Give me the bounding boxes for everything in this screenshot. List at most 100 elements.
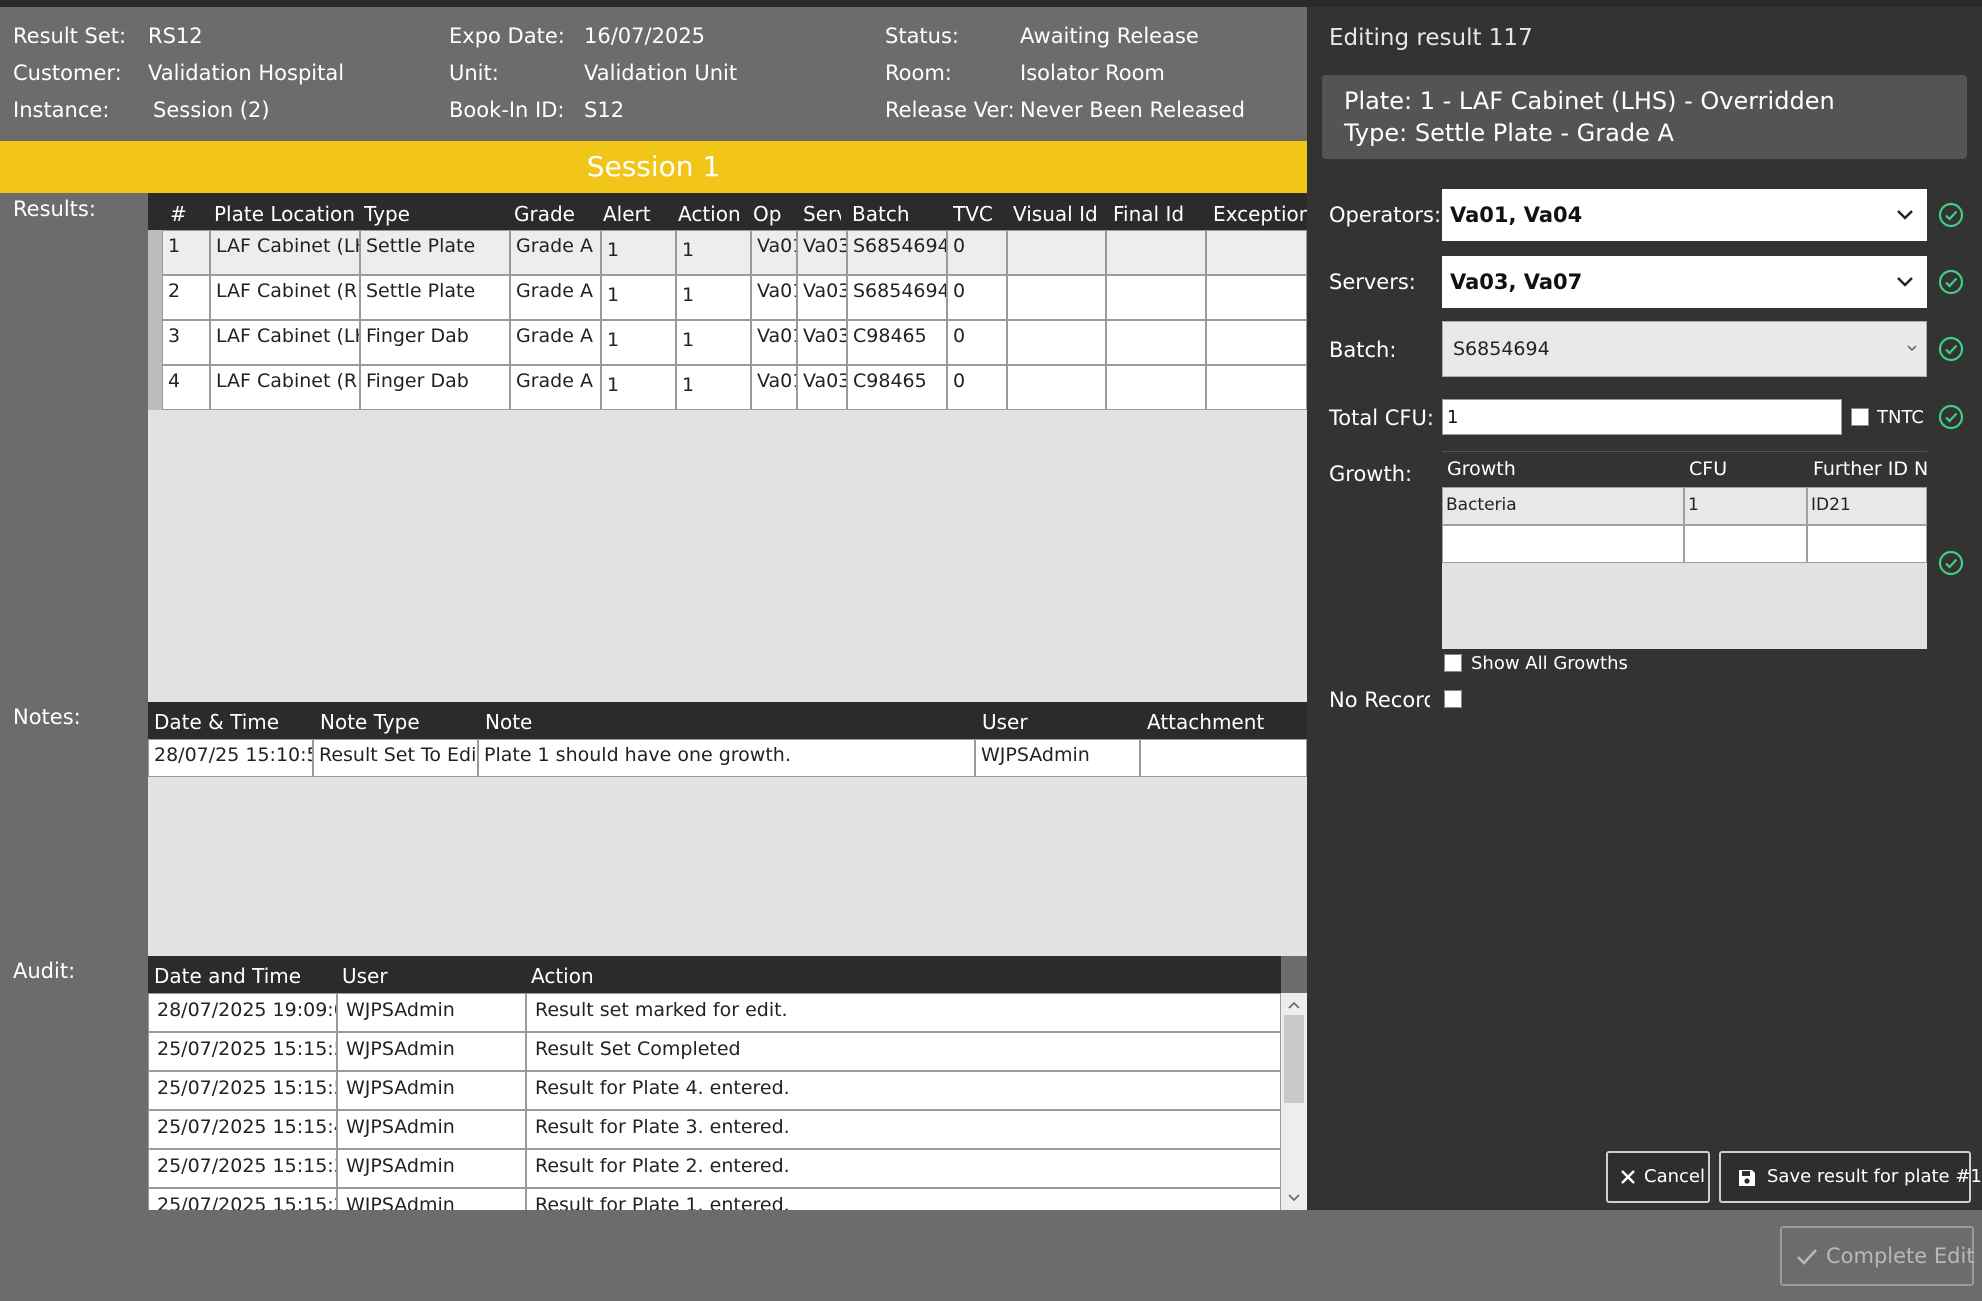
audit-cell[interactable]: 25/07/2025 15:15:53: [148, 1071, 337, 1110]
col-alert[interactable]: Alert: [603, 202, 673, 226]
col-note-type[interactable]: Note Type: [320, 710, 470, 734]
results-cell[interactable]: [1007, 320, 1106, 365]
col-date-time[interactable]: Date & Time: [154, 710, 304, 734]
results-cell[interactable]: 0: [947, 320, 1007, 365]
results-cell[interactable]: S6854694: [847, 230, 947, 275]
col-grade[interactable]: Grade: [514, 202, 594, 226]
results-cell[interactable]: Grade A: [510, 230, 601, 275]
show-all-growths-checkbox[interactable]: [1444, 654, 1462, 672]
results-cell[interactable]: 0: [947, 230, 1007, 275]
col-number[interactable]: #: [170, 202, 190, 226]
audit-cell[interactable]: WJPSAdmin: [337, 1071, 526, 1110]
results-row[interactable]: 3LAF Cabinet (LHS)Finger DabGrade A11Va0…: [148, 320, 1307, 365]
col-type[interactable]: Type: [364, 202, 504, 226]
col-attachment[interactable]: Attachment: [1147, 710, 1302, 734]
audit-row[interactable]: 25/07/2025 15:15:53WJPSAdminResult for P…: [148, 1071, 1281, 1110]
audit-cell[interactable]: WJPSAdmin: [337, 1032, 526, 1071]
col-audit-user[interactable]: User: [342, 964, 522, 988]
tntc-checkbox[interactable]: [1851, 408, 1869, 426]
results-cell[interactable]: LAF Cabinet (LHS): [210, 230, 360, 275]
results-cell[interactable]: Settle Plate: [360, 275, 510, 320]
results-cell[interactable]: [1007, 275, 1106, 320]
results-cell[interactable]: 1: [676, 230, 751, 275]
col-visual-id[interactable]: Visual Id: [1013, 202, 1108, 226]
results-cell[interactable]: [1106, 230, 1206, 275]
col-batch[interactable]: Batch: [852, 202, 942, 226]
notes-cell[interactable]: 28/07/25 15:10:58: [148, 739, 313, 777]
results-cell[interactable]: 0: [947, 275, 1007, 320]
results-cell[interactable]: 1: [676, 365, 751, 410]
results-cell[interactable]: LAF Cabinet (RHS): [210, 275, 360, 320]
col-growth[interactable]: Growth: [1447, 458, 1632, 480]
chevron-down-icon[interactable]: [1893, 189, 1917, 241]
audit-row[interactable]: 28/07/2025 19:09:04WJPSAdminResult set m…: [148, 993, 1281, 1032]
scroll-down-icon[interactable]: [1281, 1188, 1307, 1208]
results-cell[interactable]: 1: [162, 230, 210, 275]
audit-cell[interactable]: 25/07/2025 15:15:34: [148, 1149, 337, 1188]
cancel-button[interactable]: Cancel: [1606, 1151, 1710, 1203]
results-cell[interactable]: C98465: [847, 365, 947, 410]
results-cell[interactable]: Va03: [797, 320, 847, 365]
results-cell[interactable]: [1106, 365, 1206, 410]
col-user[interactable]: User: [982, 710, 1132, 734]
col-cfu[interactable]: CFU: [1689, 458, 1779, 480]
results-row[interactable]: 4LAF Cabinet (RHS)Finger DabGrade A11Va0…: [148, 365, 1307, 410]
results-cell[interactable]: Settle Plate: [360, 230, 510, 275]
results-cell[interactable]: 1: [601, 230, 676, 275]
results-cell[interactable]: Va01: [751, 320, 797, 365]
results-cell[interactable]: [1007, 365, 1106, 410]
chevron-down-icon[interactable]: [1893, 256, 1917, 308]
results-row[interactable]: 2LAF Cabinet (RHS)Settle PlateGrade A11V…: [148, 275, 1307, 320]
operators-dropdown[interactable]: Va01, Va04: [1442, 189, 1927, 241]
new-growth-cell[interactable]: [1442, 525, 1684, 563]
col-note[interactable]: Note: [485, 710, 885, 734]
results-cell[interactable]: Va03: [797, 365, 847, 410]
results-cell[interactable]: Va03: [797, 230, 847, 275]
batch-select[interactable]: S6854694: [1442, 321, 1927, 377]
notes-cell[interactable]: Plate 1 should have one growth.: [478, 739, 975, 777]
results-cell[interactable]: 1: [601, 320, 676, 365]
results-cell[interactable]: 3: [162, 320, 210, 365]
chevron-down-icon[interactable]: [1906, 342, 1918, 354]
scroll-up-icon[interactable]: [1281, 995, 1307, 1015]
audit-cell[interactable]: Result Set Completed: [526, 1032, 1281, 1071]
results-cell[interactable]: LAF Cabinet (LHS): [210, 320, 360, 365]
notes-cell[interactable]: Result Set To Edit Comment: [313, 739, 478, 777]
results-cell[interactable]: 4: [162, 365, 210, 410]
col-op[interactable]: Op: [753, 202, 793, 226]
col-further-id[interactable]: Further ID Needed: [1813, 458, 1927, 480]
results-cell[interactable]: [1206, 365, 1307, 410]
audit-cell[interactable]: Result for Plate 2. entered.: [526, 1149, 1281, 1188]
results-cell[interactable]: 2: [162, 275, 210, 320]
audit-cell[interactable]: 25/07/2025 15:15:53: [148, 1032, 337, 1071]
results-cell[interactable]: 1: [601, 365, 676, 410]
audit-row[interactable]: 25/07/2025 15:15:53WJPSAdminResult Set C…: [148, 1032, 1281, 1071]
results-cell[interactable]: Va01: [751, 230, 797, 275]
save-result-button[interactable]: Save result for plate #1: [1719, 1151, 1982, 1203]
results-cell[interactable]: S6854694: [847, 275, 947, 320]
results-cell[interactable]: Grade A: [510, 365, 601, 410]
audit-cell[interactable]: WJPSAdmin: [337, 1110, 526, 1149]
growth-cfu-cell[interactable]: 1: [1684, 487, 1807, 525]
results-cell[interactable]: 1: [676, 320, 751, 365]
audit-cell[interactable]: Result for Plate 3. entered.: [526, 1110, 1281, 1149]
results-cell[interactable]: LAF Cabinet (RHS): [210, 365, 360, 410]
notes-cell[interactable]: WJPSAdmin: [975, 739, 1140, 777]
results-cell[interactable]: 0: [947, 365, 1007, 410]
col-final-id[interactable]: Final Id: [1113, 202, 1208, 226]
notes-row[interactable]: 28/07/25 15:10:58Result Set To Edit Comm…: [148, 739, 1307, 777]
audit-cell[interactable]: 28/07/2025 19:09:04: [148, 993, 337, 1032]
notes-cell[interactable]: [1140, 739, 1307, 777]
col-audit-action[interactable]: Action: [531, 964, 1031, 988]
results-row[interactable]: 1LAF Cabinet (LHS)Settle PlateGrade A11V…: [148, 230, 1307, 275]
total-cfu-input[interactable]: 1: [1442, 399, 1842, 435]
no-record-checkbox[interactable]: [1444, 690, 1462, 708]
results-cell[interactable]: Finger Dab: [360, 365, 510, 410]
complete-edit-button[interactable]: Complete Edit: [1780, 1226, 1975, 1286]
results-cell[interactable]: [1206, 320, 1307, 365]
results-cell[interactable]: Va03: [797, 275, 847, 320]
new-growth-cfu-cell[interactable]: [1684, 525, 1807, 563]
audit-cell[interactable]: 25/07/2025 15:15:45: [148, 1110, 337, 1149]
col-action[interactable]: Action: [678, 202, 748, 226]
growth-further-id-cell[interactable]: ID21: [1807, 487, 1927, 525]
